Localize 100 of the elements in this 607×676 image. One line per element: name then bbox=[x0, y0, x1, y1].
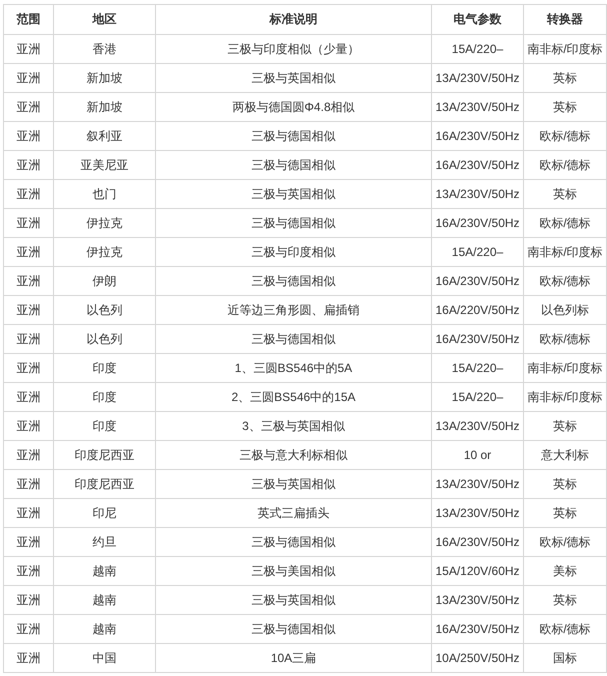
standard-cell: 三极与印度相似 bbox=[156, 238, 432, 266]
converter-cell: 欧标/德标 bbox=[524, 528, 606, 556]
converter-cell: 南非标/印度标 bbox=[524, 382, 606, 412]
scope-cell: 亚洲 bbox=[4, 266, 54, 296]
scope-cell: 亚洲 bbox=[4, 440, 54, 470]
standard-cell: 1、三圆BS546中的5A bbox=[156, 354, 432, 382]
column-header: 地区 bbox=[54, 4, 156, 34]
electrical-cell: 15A/220– bbox=[432, 34, 524, 64]
scope-cell: 亚洲 bbox=[4, 614, 54, 644]
electrical-cell: 13A/230V/50Hz bbox=[432, 498, 524, 528]
standard-cell: 三极与英国相似 bbox=[156, 64, 432, 92]
region-cell: 约旦 bbox=[54, 528, 156, 556]
converter-cell: 欧标/德标 bbox=[524, 614, 606, 644]
region-cell: 印度尼西亚 bbox=[54, 470, 156, 498]
converter-cell: 欧标/德标 bbox=[524, 150, 606, 180]
electrical-cell: 15A/220– bbox=[432, 238, 524, 266]
region-cell: 印度 bbox=[54, 354, 156, 382]
electrical-cell: 10A/250V/50Hz bbox=[432, 644, 524, 672]
electrical-cell: 16A/230V/50Hz bbox=[432, 122, 524, 150]
standard-cell: 三极与德国相似 bbox=[156, 614, 432, 644]
converter-cell: 欧标/德标 bbox=[524, 208, 606, 238]
converter-cell: 英标 bbox=[524, 92, 606, 122]
electrical-cell: 15A/220– bbox=[432, 382, 524, 412]
standard-cell: 三极与德国相似 bbox=[156, 208, 432, 238]
scope-cell: 亚洲 bbox=[4, 150, 54, 180]
region-cell: 新加坡 bbox=[54, 92, 156, 122]
region-cell: 印度 bbox=[54, 412, 156, 440]
standard-cell: 三极与印度相似（少量） bbox=[156, 34, 432, 64]
standard-cell: 三极与英国相似 bbox=[156, 180, 432, 208]
region-cell: 中国 bbox=[54, 644, 156, 672]
region-cell: 新加坡 bbox=[54, 64, 156, 92]
scope-cell: 亚洲 bbox=[4, 528, 54, 556]
region-cell: 越南 bbox=[54, 556, 156, 586]
scope-cell: 亚洲 bbox=[4, 354, 54, 382]
scope-cell: 亚洲 bbox=[4, 92, 54, 122]
region-cell: 越南 bbox=[54, 586, 156, 614]
electrical-cell: 10 or bbox=[432, 440, 524, 470]
region-cell: 伊拉克 bbox=[54, 208, 156, 238]
electrical-cell: 13A/230V/50Hz bbox=[432, 92, 524, 122]
electrical-cell: 13A/230V/50Hz bbox=[432, 180, 524, 208]
standard-cell: 三极与意大利标相似 bbox=[156, 440, 432, 470]
standard-cell: 三极与德国相似 bbox=[156, 150, 432, 180]
converter-cell: 欧标/德标 bbox=[524, 324, 606, 354]
converter-cell: 意大利标 bbox=[524, 440, 606, 470]
standard-cell: 两极与德国圆Φ4.8相似 bbox=[156, 92, 432, 122]
standard-cell: 2、三圆BS546中的15A bbox=[156, 382, 432, 412]
converter-cell: 南非标/印度标 bbox=[524, 354, 606, 382]
converter-cell: 欧标/德标 bbox=[524, 122, 606, 150]
region-cell: 亚美尼亚 bbox=[54, 150, 156, 180]
converter-cell: 南非标/印度标 bbox=[524, 238, 606, 266]
region-cell: 印尼 bbox=[54, 498, 156, 528]
electrical-cell: 16A/230V/50Hz bbox=[432, 528, 524, 556]
scope-cell: 亚洲 bbox=[4, 208, 54, 238]
scope-cell: 亚洲 bbox=[4, 498, 54, 528]
scope-cell: 亚洲 bbox=[4, 122, 54, 150]
electrical-cell: 16A/230V/50Hz bbox=[432, 208, 524, 238]
region-cell: 也门 bbox=[54, 180, 156, 208]
standard-cell: 三极与德国相似 bbox=[156, 324, 432, 354]
standard-cell: 三极与德国相似 bbox=[156, 528, 432, 556]
converter-cell: 美标 bbox=[524, 556, 606, 586]
scope-cell: 亚洲 bbox=[4, 296, 54, 324]
region-cell: 叙利亚 bbox=[54, 122, 156, 150]
electrical-cell: 15A/120V/60Hz bbox=[432, 556, 524, 586]
region-cell: 伊拉克 bbox=[54, 238, 156, 266]
converter-cell: 英标 bbox=[524, 180, 606, 208]
standard-cell: 10A三扁 bbox=[156, 644, 432, 672]
electrical-cell: 16A/230V/50Hz bbox=[432, 614, 524, 644]
standard-cell: 3、三极与英国相似 bbox=[156, 412, 432, 440]
converter-cell: 英标 bbox=[524, 64, 606, 92]
region-cell: 印度 bbox=[54, 382, 156, 412]
scope-cell: 亚洲 bbox=[4, 556, 54, 586]
converter-cell: 南非标/印度标 bbox=[524, 34, 606, 64]
electrical-cell: 16A/220V/50Hz bbox=[432, 296, 524, 324]
scope-cell: 亚洲 bbox=[4, 412, 54, 440]
scope-cell: 亚洲 bbox=[4, 586, 54, 614]
scope-cell: 亚洲 bbox=[4, 470, 54, 498]
converter-cell: 英标 bbox=[524, 586, 606, 614]
electrical-cell: 16A/230V/50Hz bbox=[432, 324, 524, 354]
scope-cell: 亚洲 bbox=[4, 34, 54, 64]
electrical-cell: 15A/220– bbox=[432, 354, 524, 382]
standard-cell: 英式三扁插头 bbox=[156, 498, 432, 528]
scope-cell: 亚洲 bbox=[4, 238, 54, 266]
standard-cell: 三极与英国相似 bbox=[156, 586, 432, 614]
column-header: 转换器 bbox=[524, 4, 606, 34]
column-header: 标准说明 bbox=[156, 4, 432, 34]
region-cell: 伊朗 bbox=[54, 266, 156, 296]
electrical-cell: 16A/230V/50Hz bbox=[432, 150, 524, 180]
converter-cell: 国标 bbox=[524, 644, 606, 672]
standard-cell: 三极与德国相似 bbox=[156, 122, 432, 150]
standard-cell: 三极与英国相似 bbox=[156, 470, 432, 498]
standard-cell: 近等边三角形圆、扁插销 bbox=[156, 296, 432, 324]
region-cell: 印度尼西亚 bbox=[54, 440, 156, 470]
converter-cell: 英标 bbox=[524, 412, 606, 440]
scope-cell: 亚洲 bbox=[4, 644, 54, 672]
scope-cell: 亚洲 bbox=[4, 64, 54, 92]
converter-cell: 英标 bbox=[524, 498, 606, 528]
scope-cell: 亚洲 bbox=[4, 382, 54, 412]
scope-cell: 亚洲 bbox=[4, 324, 54, 354]
region-cell: 香港 bbox=[54, 34, 156, 64]
electrical-cell: 13A/230V/50Hz bbox=[432, 586, 524, 614]
